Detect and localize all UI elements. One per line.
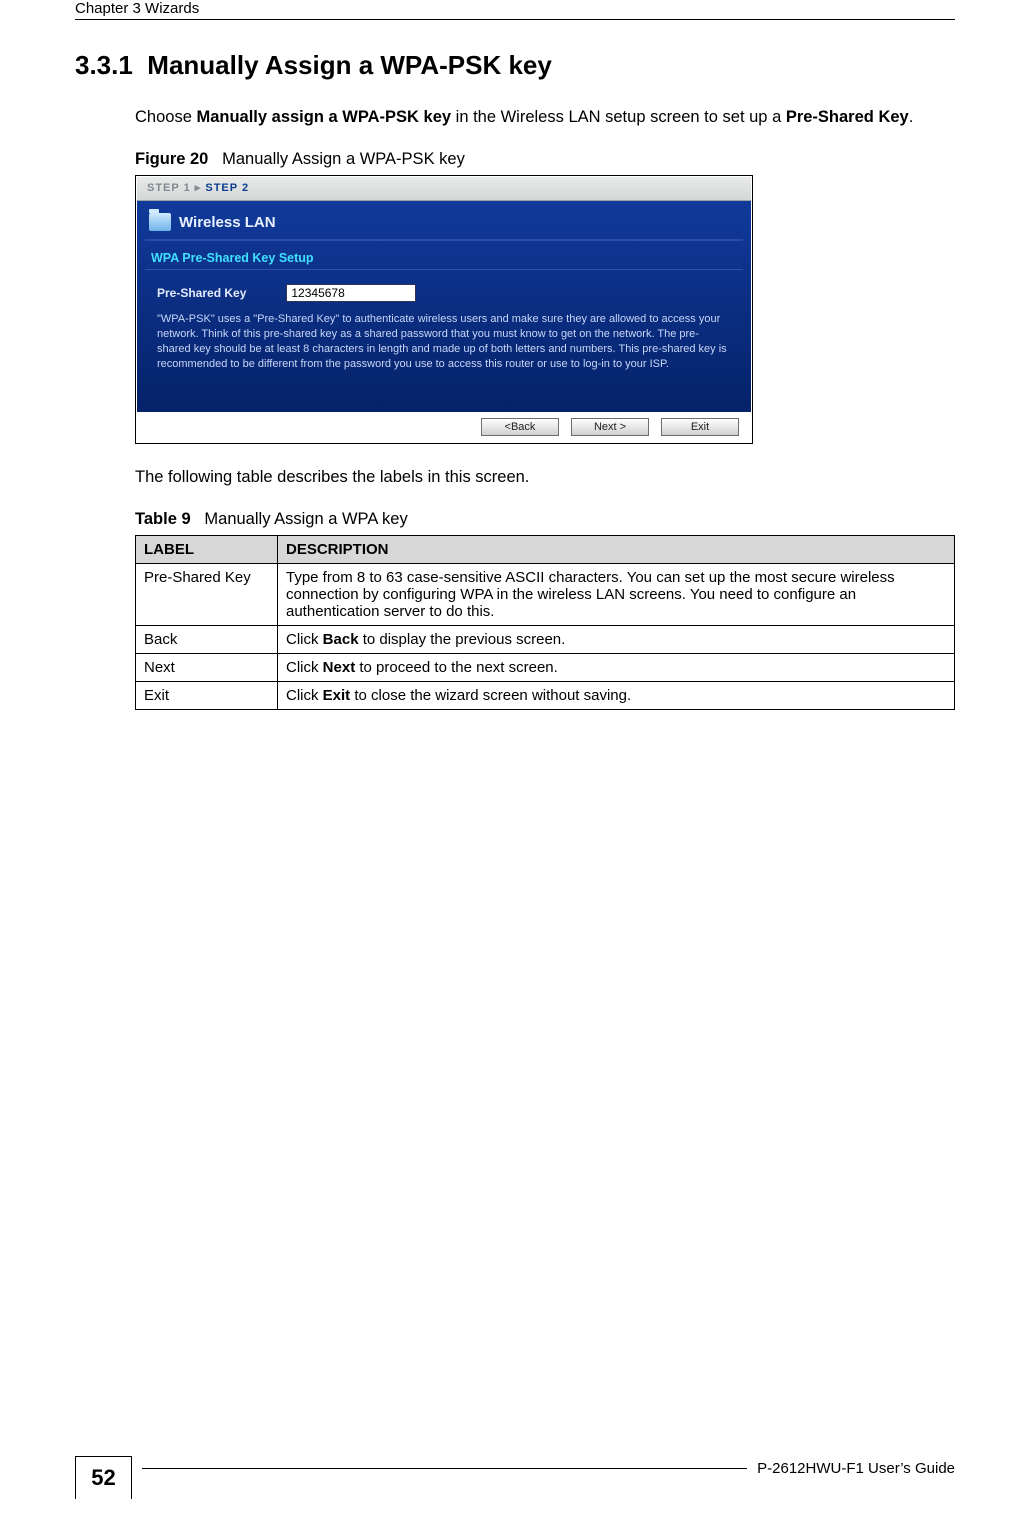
table-row: Back Click Back to display the previous … [136, 625, 955, 653]
pre-shared-key-input[interactable] [286, 284, 416, 302]
section-heading: 3.3.1 Manually Assign a WPA-PSK key [75, 50, 955, 81]
table-title: Manually Assign a WPA key [204, 510, 407, 528]
col-description: DESCRIPTION [278, 535, 955, 563]
table-row: Next Click Next to proceed to the next s… [136, 653, 955, 681]
step-arrow-icon: ▸ [195, 182, 202, 194]
page-footer: 52 P-2612HWU-F1 User’s Guide [0, 1456, 1030, 1499]
exit-button[interactable]: Exit [661, 418, 739, 436]
wizard-help-text: "WPA-PSK" uses a "Pre-Shared Key" to aut… [145, 308, 743, 381]
back-button[interactable]: <Back [481, 418, 559, 436]
text: Click [286, 687, 323, 704]
text-bold: Pre-Shared Key [786, 108, 909, 126]
wizard-subheading: WPA Pre-Shared Key Setup [145, 241, 743, 270]
folder-icon [149, 213, 171, 231]
cell-label: Next [136, 653, 278, 681]
text: Click [286, 631, 323, 648]
guide-name: P-2612HWU-F1 User’s Guide [757, 1460, 955, 1477]
figure-screenshot: STEP 1 ▸ STEP 2 Wireless LAN WPA Pre-Sha… [135, 175, 753, 443]
wizard-button-row: <Back Next > Exit [137, 412, 751, 442]
page-number: 52 [75, 1456, 132, 1499]
table-row: Pre-Shared Key Type from 8 to 63 case-se… [136, 563, 955, 625]
cell-desc: Click Back to display the previous scree… [278, 625, 955, 653]
intro-paragraph: Choose Manually assign a WPA-PSK key in … [135, 106, 955, 128]
text: Click [286, 659, 323, 676]
figure-title: Manually Assign a WPA-PSK key [222, 150, 465, 168]
col-label: LABEL [136, 535, 278, 563]
wizard-dialog: STEP 1 ▸ STEP 2 Wireless LAN WPA Pre-Sha… [137, 177, 751, 441]
wizard-title-row: Wireless LAN [145, 209, 743, 241]
figure-label: Figure 20 [135, 150, 208, 168]
cell-label: Exit [136, 681, 278, 709]
text-bold: Back [323, 631, 359, 648]
chapter-header: Chapter 3 Wizards [75, 0, 955, 20]
wizard-step-bar: STEP 1 ▸ STEP 2 [137, 177, 751, 201]
table-label: Table 9 [135, 510, 191, 528]
text: . [909, 108, 914, 126]
text: in the Wireless LAN setup screen to set … [451, 108, 786, 126]
wizard-field-row: Pre-Shared Key [145, 278, 743, 308]
section-number: 3.3.1 [75, 50, 133, 80]
table-caption: Table 9 Manually Assign a WPA key [135, 510, 955, 529]
cell-label: Pre-Shared Key [136, 563, 278, 625]
text: to close the wizard screen without savin… [350, 687, 631, 704]
figure-caption: Figure 20 Manually Assign a WPA-PSK key [135, 150, 955, 169]
text-bold: Exit [323, 687, 351, 704]
cell-desc: Click Next to proceed to the next screen… [278, 653, 955, 681]
text-bold: Next [323, 659, 356, 676]
step-2-label: STEP 2 [205, 182, 249, 194]
footer-rule [142, 1468, 747, 1469]
pre-shared-key-label: Pre-Shared Key [157, 286, 246, 300]
table-header-row: LABEL DESCRIPTION [136, 535, 955, 563]
step-1-label: STEP 1 [147, 182, 191, 194]
cell-label: Back [136, 625, 278, 653]
wizard-body: Wireless LAN WPA Pre-Shared Key Setup Pr… [137, 201, 751, 411]
post-figure-text: The following table describes the labels… [135, 466, 955, 488]
cell-desc: Type from 8 to 63 case-sensitive ASCII c… [278, 563, 955, 625]
label-description-table: LABEL DESCRIPTION Pre-Shared Key Type fr… [135, 535, 955, 710]
section-title: Manually Assign a WPA-PSK key [147, 50, 552, 80]
table-row: Exit Click Exit to close the wizard scre… [136, 681, 955, 709]
wizard-panel-title: Wireless LAN [179, 214, 276, 231]
cell-desc: Click Exit to close the wizard screen wi… [278, 681, 955, 709]
text: to display the previous screen. [359, 631, 566, 648]
next-button[interactable]: Next > [571, 418, 649, 436]
text-bold: Manually assign a WPA-PSK key [196, 108, 451, 126]
text: to proceed to the next screen. [355, 659, 558, 676]
text: Choose [135, 108, 196, 126]
